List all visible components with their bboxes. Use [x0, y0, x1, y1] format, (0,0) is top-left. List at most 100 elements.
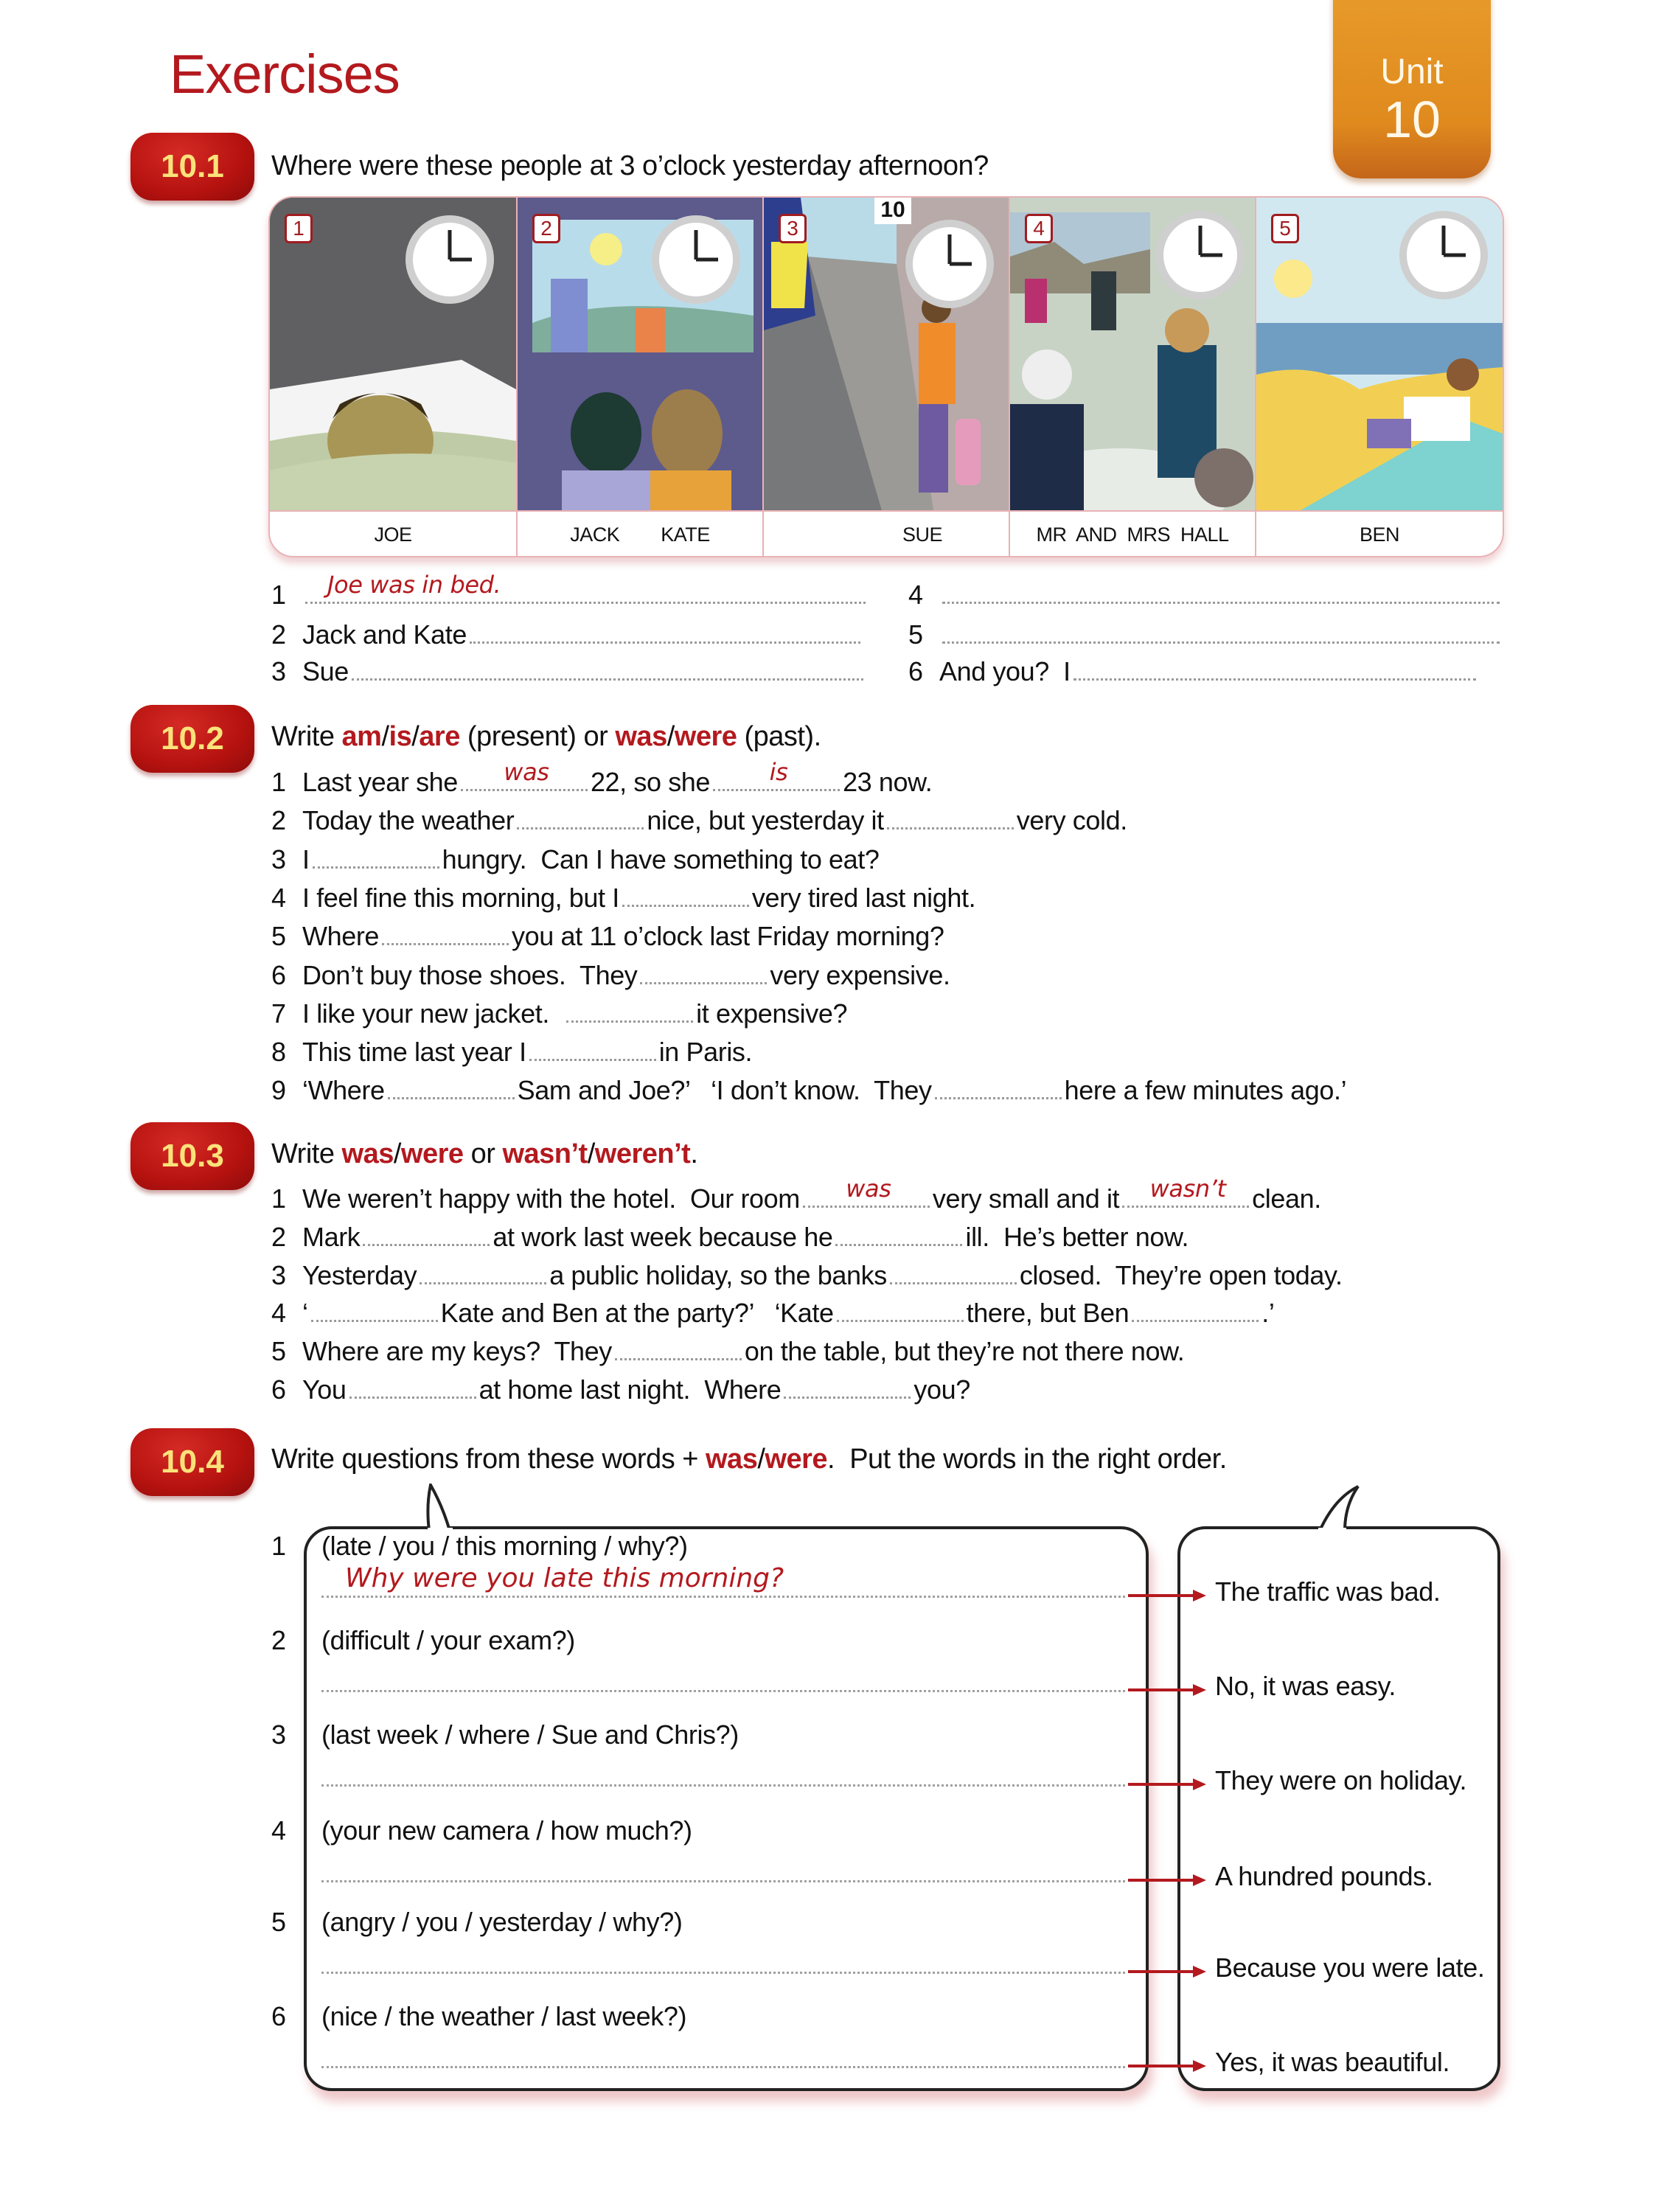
picture-panel-4: 4: [1010, 198, 1256, 510]
arrow-right-icon: [1128, 1777, 1208, 1792]
item-text: 23 now.: [843, 767, 933, 797]
picture-name-label: JACK KATE: [518, 512, 764, 556]
answer-field[interactable]: [640, 976, 768, 984]
ex2-item-9: 9 ‘Where Sam and Joe?’ ‘I don’t know. They…: [271, 1075, 1347, 1106]
word-prompt: (difficult / your exam?): [321, 1625, 575, 1655]
ex3-item-5: 5 Where are my keys? They on the table, bu…: [271, 1336, 1185, 1367]
answer-field[interactable]: [566, 1015, 694, 1023]
clock-icon: [652, 215, 740, 304]
item-text: 22, so she: [590, 767, 711, 797]
item-text: I: [302, 844, 310, 874]
answer-text: was: [846, 1175, 891, 1203]
picture-name-label: JOE: [270, 512, 518, 556]
instruction-text: Write questions from these words +: [271, 1444, 706, 1475]
item-text: a public holiday, so the banks: [549, 1259, 887, 1290]
item-text: And you? I: [939, 656, 1071, 686]
instruction-text: /: [411, 721, 420, 752]
ex1-item-5: 5: [908, 619, 1503, 650]
answer-field[interactable]: [363, 1238, 490, 1246]
unit-label: Unit: [1380, 52, 1444, 91]
answer-field[interactable]: was: [802, 1175, 930, 1208]
exercise-instruction-10-1: Where were these people at 3 o’clock yes…: [271, 150, 989, 181]
item-text: very tired last night.: [751, 882, 976, 913]
answer-field[interactable]: [351, 672, 863, 681]
item-number: 7: [271, 998, 286, 1029]
answer-field[interactable]: [1132, 1314, 1259, 1323]
item-text: Yesterday: [302, 1259, 417, 1290]
answer-field[interactable]: [321, 1879, 1125, 1882]
item-text: ‘Where: [302, 1075, 385, 1106]
ex2-item-5: 5 Where you at 11 o’clock last Friday morn…: [271, 921, 944, 952]
item-number: 6: [271, 2001, 287, 2031]
word-prompt: (angry / you / yesterday / why?): [321, 1907, 683, 1937]
highlighted-word: is: [389, 721, 412, 752]
arrow-right-icon: [1128, 1588, 1208, 1603]
answer-field[interactable]: [321, 1594, 1125, 1598]
picture-name-label: BEN: [1359, 524, 1400, 546]
item-text: Kate and Ben at the party?’ ‘Kate: [440, 1298, 834, 1329]
item-text: hungry. Can I have something to eat?: [442, 844, 880, 874]
instruction-text: /: [667, 721, 675, 752]
word-prompt: (nice / the weather / last week?): [321, 2001, 687, 2031]
answer-field[interactable]: is: [713, 758, 841, 791]
page-title: Exercises: [170, 44, 400, 105]
item-text: at home last night. Where: [478, 1374, 782, 1405]
word-prompt: (last week / where / Sue and Chris?): [321, 1719, 739, 1750]
item-text: ill. He’s better now.: [965, 1221, 1189, 1252]
item-number: 3: [271, 656, 286, 686]
answer-field[interactable]: [1073, 672, 1476, 681]
answer-field[interactable]: [387, 1091, 515, 1100]
answer-field[interactable]: [886, 821, 1014, 830]
item-text: We weren’t happy with the hotel. Our roo…: [302, 1183, 800, 1214]
item-text: Jack and Kate: [302, 619, 467, 650]
answer-field[interactable]: [420, 1276, 547, 1284]
answer-field[interactable]: [349, 1391, 476, 1399]
answer-field[interactable]: [321, 1688, 1125, 1692]
answer-field[interactable]: Joe was in bed.: [305, 571, 866, 604]
item-number: 6: [908, 656, 923, 686]
answer-text: is: [769, 758, 788, 786]
answer-field[interactable]: wasn’t: [1122, 1175, 1250, 1208]
answer-field[interactable]: [942, 596, 1500, 604]
answer-field[interactable]: [517, 821, 644, 830]
answer-field[interactable]: [321, 2065, 1125, 2068]
item-text: Mark: [302, 1221, 361, 1252]
item-number: 1: [271, 580, 286, 610]
picture-name-label: MR AND MRS HALL: [1010, 512, 1256, 556]
answer-field[interactable]: [942, 636, 1500, 644]
answer-field[interactable]: [836, 1314, 964, 1323]
answer-field[interactable]: [312, 860, 439, 869]
item-text: nice, but yesterday it: [647, 805, 884, 836]
answer-field[interactable]: [382, 937, 509, 946]
ex1-item-1: 1 Joe was in bed.: [271, 571, 869, 611]
ex1-item-4: 4: [908, 580, 1503, 611]
answer-field[interactable]: [321, 1783, 1125, 1787]
ex2-item-2: 2 Today the weather nice, but yesterday it…: [271, 805, 1127, 836]
answer-text: wasn’t: [1149, 1175, 1226, 1203]
picture-panel-3: 3 10: [764, 198, 1010, 510]
answer-field[interactable]: [469, 636, 860, 644]
item-text: Where: [302, 921, 380, 952]
answer-field[interactable]: [835, 1238, 963, 1246]
answer-field[interactable]: [889, 1276, 1017, 1284]
answer-field[interactable]: [614, 1352, 742, 1361]
answer-field[interactable]: [529, 1053, 656, 1062]
picture-number: 5: [1271, 214, 1299, 243]
answer-field[interactable]: [934, 1091, 1062, 1100]
answer-field[interactable]: [622, 899, 749, 907]
item-number: 4: [271, 1298, 286, 1329]
instruction-text: /: [381, 721, 389, 752]
answer-field[interactable]: [310, 1314, 438, 1323]
answer-text: was: [504, 758, 549, 786]
item-text: clean.: [1252, 1183, 1321, 1214]
item-number: 2: [271, 1221, 286, 1252]
answer-field[interactable]: [784, 1391, 911, 1399]
item-text: You: [302, 1374, 347, 1405]
answer-field[interactable]: [321, 1970, 1125, 1974]
highlighted-word: am: [341, 721, 382, 752]
highlighted-word: wasn’t: [502, 1138, 588, 1169]
item-text: Last year she: [302, 767, 458, 797]
item-text: in Paris.: [658, 1037, 753, 1068]
answer-field[interactable]: was: [460, 758, 588, 791]
picture-number: 1: [285, 214, 313, 243]
